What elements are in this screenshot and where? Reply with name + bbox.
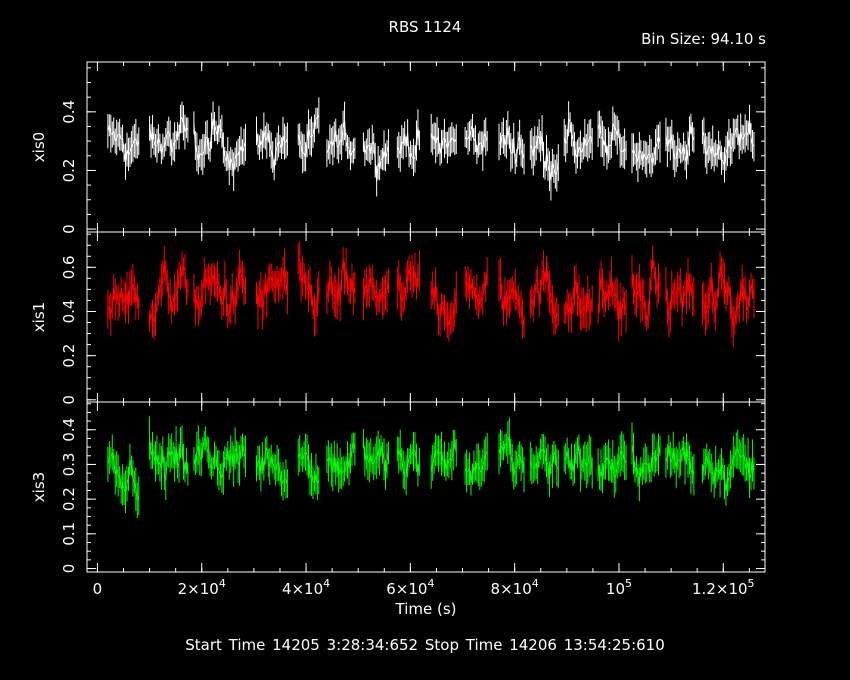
data-point-xis1 <box>481 298 484 301</box>
time-range-label: Start Time 14205 3:28:34:652 Stop Time 1… <box>185 636 665 654</box>
xtick-label: 105 <box>606 577 632 598</box>
xtick-label: 1.2×105 <box>692 577 755 598</box>
ytick-label-xis0: 0.4 <box>60 100 78 124</box>
ytick-label-xis0: 0 <box>60 224 78 234</box>
ytick-label-xis3: 0.4 <box>60 418 78 442</box>
data-point-xis3 <box>282 480 285 482</box>
panel-frame-xis0 <box>86 61 766 233</box>
ytick-label-xis3: 0.2 <box>60 487 78 511</box>
data-point-xis3 <box>740 456 743 458</box>
ytick-label-xis0: 0.2 <box>60 159 78 183</box>
data-point-xis0 <box>501 134 504 137</box>
data-point-xis0 <box>733 133 736 136</box>
ytick-label-xis1: 0.4 <box>60 300 78 324</box>
data-point-xis1 <box>129 287 132 289</box>
ylabel-xis3: xis3 <box>30 472 48 502</box>
data-point-xis0 <box>721 159 724 162</box>
data-point-xis0 <box>609 144 612 147</box>
ytick-label-xis3: 0.1 <box>60 522 78 546</box>
data-point-xis3 <box>580 469 583 471</box>
data-point-xis3 <box>533 467 535 469</box>
ytick-label-xis3: 0.3 <box>60 453 78 477</box>
data-point-xis3 <box>435 449 438 452</box>
xtick-label: 6×104 <box>386 577 434 598</box>
panel-frame-xis3 <box>86 401 766 573</box>
xlabel: Time (s) <box>395 600 457 618</box>
ytick-label-xis1: 0.2 <box>60 344 78 368</box>
ytick-label-xis3: 0 <box>60 564 78 574</box>
panel-frame-xis1 <box>86 231 766 403</box>
xtick-label: 0 <box>93 580 103 598</box>
series-xis1 <box>107 241 755 348</box>
xtick-label: 2×104 <box>178 577 226 598</box>
data-point-xis0 <box>620 150 622 152</box>
ylabel-xis1: xis1 <box>30 302 48 332</box>
series-xis3 <box>107 416 755 519</box>
data-point-xis0 <box>608 144 611 147</box>
xtick-label: 4×104 <box>282 577 330 598</box>
ytick-label-xis1: 0.6 <box>60 255 78 279</box>
series-xis0 <box>107 97 755 201</box>
data-point-xis0 <box>448 141 451 143</box>
xtick-label: 8×104 <box>491 577 539 598</box>
lightcurve-plot: 0 0.2 0.4 xis0 0 0.2 0.4 0.6 xis1 0 0.1 0.2 0.3 0.4 xi… <box>30 61 766 618</box>
ytick-label-xis1: 0 <box>60 395 78 405</box>
ylabel-xis0: xis0 <box>30 132 48 162</box>
